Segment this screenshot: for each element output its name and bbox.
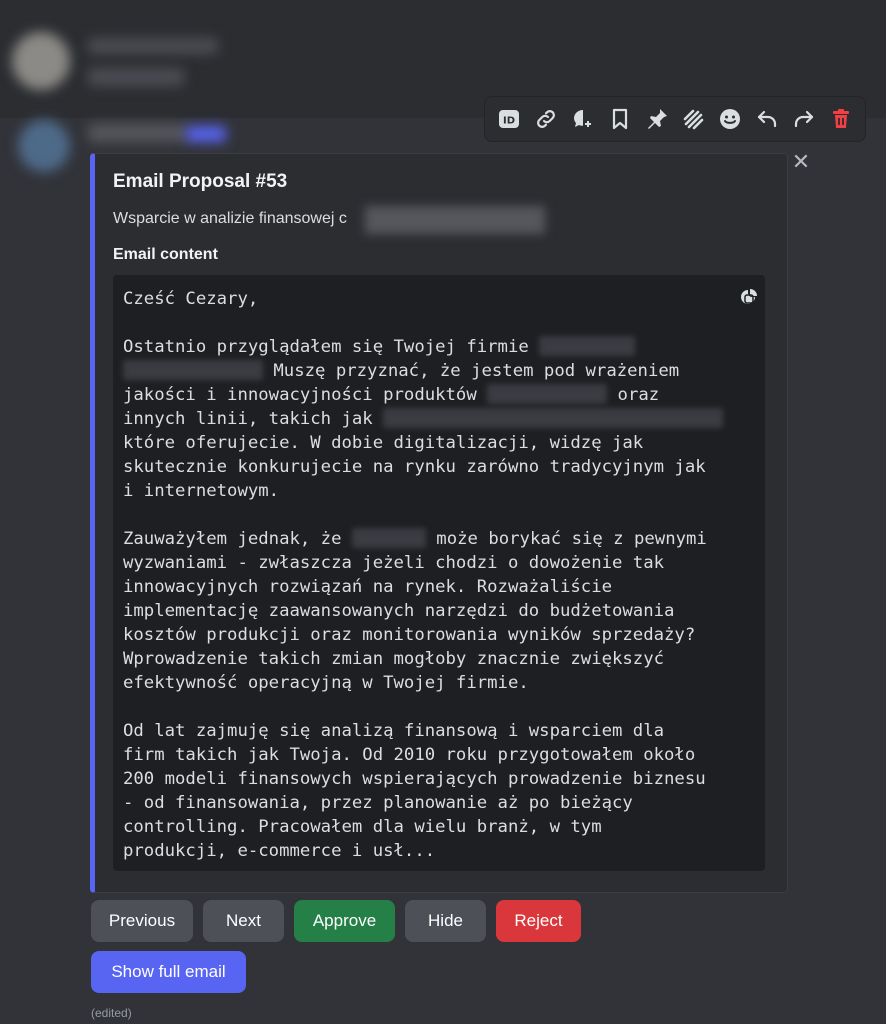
bookmark-icon[interactable] — [607, 106, 633, 132]
close-icon[interactable]: ✕ — [790, 152, 812, 174]
code-line: Muszę przyznać, że jestem pod wrażeniem — [263, 361, 680, 381]
emoji-icon[interactable] — [717, 106, 743, 132]
code-line: efektywność operacyjną w Twojej firmie. — [123, 673, 529, 693]
avatar[interactable] — [18, 120, 70, 172]
code-line: Ostatnio przyglądałem się Twojej firmie — [123, 337, 529, 357]
code-line: Zauważyłem jednak, że — [123, 529, 342, 549]
redacted-text — [365, 206, 545, 234]
code-line: firm takich jak Twoja. Od 2010 roku przy… — [123, 745, 696, 765]
code-line: 200 modeli finansowych wspierających pro… — [123, 769, 706, 789]
link-icon[interactable] — [533, 106, 559, 132]
code-line: oraz — [607, 385, 660, 405]
thread-icon[interactable] — [570, 106, 596, 132]
redacted-username — [88, 124, 188, 142]
previous-button[interactable]: Previous — [91, 900, 193, 942]
id-icon[interactable]: ID — [496, 106, 522, 132]
code-line: jakości i innowacyjności produktów — [123, 385, 477, 405]
app-badge — [186, 126, 226, 142]
message-toolbar: ID — [484, 96, 866, 142]
code-line: skutecznie konkurujecie na rynku zarówno… — [123, 457, 706, 477]
code-line: controlling. Pracowałem dla wielu branż,… — [123, 817, 602, 837]
code-line: wyzwaniami - zwłaszcza jeżeli chodzi o d… — [123, 553, 665, 573]
redacted-message — [88, 68, 184, 86]
edited-label: (edited) — [91, 1006, 132, 1020]
redacted-text — [351, 528, 426, 548]
hide-button[interactable]: Hide — [405, 900, 486, 942]
email-proposal-embed: Email Proposal #53 Wsparcie w analizie f… — [90, 153, 788, 893]
action-buttons: Previous Next Approve Hide Reject — [91, 900, 581, 942]
code-line: Od lat zajmuję się analizą finansową i w… — [123, 721, 665, 741]
code-line: i internetowym. — [123, 481, 280, 501]
svg-text:ID: ID — [503, 116, 515, 127]
reject-button[interactable]: Reject — [496, 900, 581, 942]
code-line: innych linii, takich jak — [123, 409, 373, 429]
field-name: Email content — [113, 246, 218, 263]
redacted-text — [539, 336, 636, 356]
code-line: kosztów produkcji oraz monitorowania wyn… — [123, 625, 696, 645]
next-button[interactable]: Next — [203, 900, 284, 942]
reply-icon[interactable] — [754, 106, 780, 132]
embed-description: Wsparcie w analizie finansowej c — [113, 210, 347, 227]
code-line: produkcji, e-commerce i usł... — [123, 841, 436, 861]
copy-icon[interactable] — [739, 287, 759, 307]
pin-icon[interactable] — [644, 106, 670, 132]
code-line: Cześć Cezary, — [123, 289, 259, 309]
redacted-text — [487, 384, 608, 404]
avatar[interactable] — [12, 32, 70, 90]
caution-icon[interactable] — [680, 106, 706, 132]
show-full-email-button[interactable]: Show full email — [91, 951, 246, 993]
delete-icon[interactable] — [828, 106, 854, 132]
code-line: - od finansowania, przez planowanie aż p… — [123, 793, 633, 813]
code-line: Wprowadzenie takich zmian mogłoby znaczn… — [123, 649, 665, 669]
embed-title: Email Proposal #53 — [113, 171, 288, 192]
redacted-text — [123, 360, 263, 380]
redacted-text — [383, 408, 724, 428]
code-line: innowacyjnych rozwiązań na rynek. Rozważ… — [123, 577, 612, 597]
redacted-username — [88, 38, 218, 54]
approve-button[interactable]: Approve — [294, 900, 395, 942]
code-line: może borykać się z pewnymi — [425, 529, 707, 549]
code-line: które oferujecie. W dobie digitalizacji,… — [123, 433, 644, 453]
email-content-codeblock: Cześć Cezary, Ostatnio przyglądałem się … — [113, 275, 765, 871]
forward-icon[interactable] — [791, 106, 817, 132]
code-line: implementację zaawansowanych narzędzi do… — [123, 601, 675, 621]
